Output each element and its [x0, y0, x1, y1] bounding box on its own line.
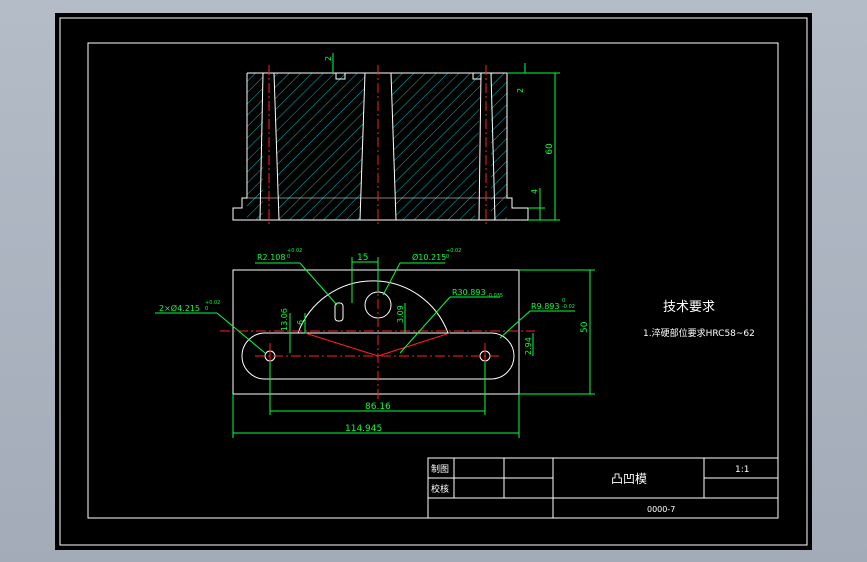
dim-2-94: 2.94 [524, 337, 533, 355]
tb-drawing-no: 0000-7 [647, 505, 675, 514]
dim-r-slot: R9.893 [531, 302, 559, 311]
dim-114: 114.945 [345, 424, 382, 434]
dim-dia-hole: Ø10.215 [412, 252, 446, 262]
dim-depth-50: 50 [580, 321, 590, 333]
small-slot [334, 302, 344, 322]
dim-foot: 4 [530, 189, 539, 194]
plan-view[interactable]: 114.945 86.16 50 15 R2.108 +0.02 0 Ø10.21… [155, 248, 595, 438]
tb-checked-label: 校核 [431, 483, 449, 495]
dim-r-arc-tol: -0.035 [487, 293, 503, 299]
tech-req-title: 技术要求 [663, 300, 715, 315]
dim-holes-tol: +0.02 0 [205, 300, 220, 312]
tb-scale: 1:1 [735, 465, 749, 475]
title-block[interactable] [427, 457, 779, 519]
dim-side-right-top: 2 [516, 88, 525, 93]
dim-side-top: 2 [324, 56, 333, 61]
cad-app-frame: 60 4 2 2 114.945 86.16 50 15 R2.108 +0.0… [0, 0, 867, 562]
tech-req-note: 1.淬硬部位要求HRC58~62 [643, 327, 755, 339]
section-view[interactable]: 60 4 2 2 [232, 53, 560, 227]
dim-r-small-tol: +0.02 0 [287, 248, 302, 260]
dim-r-arc: R30.893 [452, 288, 486, 297]
drawing-svg: 60 4 2 2 114.945 86.16 50 15 R2.108 +0.0… [59, 17, 808, 546]
dim-86: 86.16 [365, 402, 391, 412]
dim-r-slot-tol: 0 -0.02 [562, 298, 575, 310]
drawing-canvas[interactable]: 60 4 2 2 114.945 86.16 50 15 R2.108 +0.0… [55, 13, 812, 550]
tb-part-name: 凸凹模 [611, 472, 647, 486]
dim-3-09: 3.09 [396, 305, 405, 323]
dim-r-small: R2.108 [257, 253, 285, 262]
tb-drawn-label: 制图 [431, 463, 449, 475]
dim-13-06: 13.06 [280, 308, 289, 331]
dim-6: 6 [296, 320, 305, 325]
dim-width-15: 15 [357, 253, 368, 263]
dim-height: 60 [545, 143, 555, 155]
dim-holes-2x: 2×Ø4.215 [159, 303, 200, 313]
dim-dia-hole-tol: +0.02 0 [446, 248, 461, 260]
